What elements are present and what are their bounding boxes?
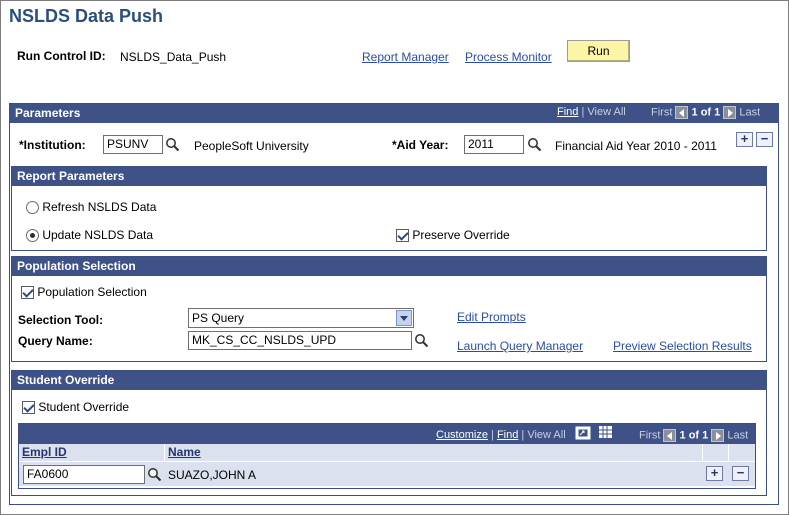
population-checkbox-row[interactable]: Population Selection xyxy=(21,285,147,300)
preserve-override-label: Preserve Override xyxy=(412,228,510,242)
grid-customize-link[interactable]: Customize xyxy=(436,429,488,441)
parameters-last-label: Last xyxy=(739,106,761,119)
institution-label: *Institution: xyxy=(19,138,86,152)
update-radio[interactable] xyxy=(26,229,39,243)
delete-row-button[interactable]: − xyxy=(756,132,773,147)
aid-year-label: *Aid Year: xyxy=(392,138,449,152)
aid-year-description: Financial Aid Year 2010 - 2011 xyxy=(555,139,717,153)
student-override-checkbox-row[interactable]: Student Override xyxy=(22,400,130,415)
grid-add-row-button[interactable]: + xyxy=(706,466,723,481)
grid-last-label: Last xyxy=(727,429,749,442)
parameters-header-label: Parameters xyxy=(15,106,81,120)
page-title: NSLDS Data Push xyxy=(9,6,164,26)
population-header: Population Selection xyxy=(12,257,766,276)
zoom-grid-icon[interactable] xyxy=(575,426,591,440)
parameters-nav: Find | View All xyxy=(557,106,626,118)
grid-nav-separator: | xyxy=(491,429,494,441)
report-parameters-header: Report Parameters xyxy=(12,167,766,186)
empl-id-input[interactable]: FA0600 xyxy=(23,465,145,484)
grid-nav: Customize | Find | View All xyxy=(436,429,566,441)
run-control-label: Run Control ID: xyxy=(17,49,106,63)
parameters-pager: First 1 of 1 Last xyxy=(651,106,760,119)
column-header-empl-id[interactable]: Empl ID xyxy=(19,444,165,461)
population-checkbox[interactable] xyxy=(21,286,34,300)
row-name-value: SUAZO,JOHN A xyxy=(168,468,257,482)
parameters-view-all: View All xyxy=(587,106,626,118)
query-lookup-icon[interactable] xyxy=(414,333,429,348)
grid-pager: First 1 of 1 Last xyxy=(639,429,748,442)
aid-year-lookup-icon[interactable] xyxy=(527,137,542,152)
grid-delete-row-button[interactable]: − xyxy=(732,466,749,481)
parameters-find-link[interactable]: Find xyxy=(557,106,578,118)
student-override-header: Student Override xyxy=(12,371,766,390)
run-button[interactable]: Run xyxy=(567,40,630,62)
download-grid-icon[interactable] xyxy=(598,425,614,439)
preserve-override-checkbox[interactable] xyxy=(396,229,409,243)
previous-arrow-icon[interactable] xyxy=(675,106,689,119)
chevron-down-icon[interactable] xyxy=(396,310,412,326)
aid-year-input[interactable]: 2011 xyxy=(464,135,524,154)
update-radio-row[interactable]: Update NSLDS Data xyxy=(26,228,154,243)
grid-find-link[interactable]: Find xyxy=(497,429,518,441)
institution-lookup-icon[interactable] xyxy=(165,137,180,152)
refresh-radio[interactable] xyxy=(26,201,39,215)
preserve-override-row[interactable]: Preserve Override xyxy=(396,228,510,243)
next-arrow-icon[interactable] xyxy=(723,106,737,119)
population-header-label: Population Selection xyxy=(17,259,136,273)
student-override-checkbox[interactable] xyxy=(22,401,35,415)
institution-input[interactable]: PSUNV xyxy=(103,135,163,154)
column-header-add xyxy=(703,444,729,461)
student-override-header-label: Student Override xyxy=(17,373,115,387)
report-manager-link[interactable]: Report Manager xyxy=(362,50,449,64)
process-monitor-link[interactable]: Process Monitor xyxy=(465,50,552,64)
grid-first-label: First xyxy=(639,429,661,442)
launch-query-manager-link[interactable]: Launch Query Manager xyxy=(457,339,583,353)
grid-count: 1 of 1 xyxy=(679,429,709,442)
empl-id-lookup-icon[interactable] xyxy=(147,467,162,482)
query-name-label: Query Name: xyxy=(18,334,93,348)
report-parameters-header-label: Report Parameters xyxy=(17,169,125,183)
nav-separator: | xyxy=(581,106,585,118)
selection-tool-value: PS Query xyxy=(192,311,245,325)
selection-tool-select[interactable]: PS Query xyxy=(188,308,414,328)
parameters-count: 1 of 1 xyxy=(691,106,721,119)
refresh-radio-row[interactable]: Refresh NSLDS Data xyxy=(26,200,157,215)
query-name-input[interactable]: MK_CS_CC_NSLDS_UPD xyxy=(188,331,412,350)
selection-tool-label: Selection Tool: xyxy=(18,313,104,327)
run-control-value: NSLDS_Data_Push xyxy=(120,50,227,64)
grid-view-all: View All xyxy=(527,429,566,441)
population-checkbox-label: Population Selection xyxy=(37,285,147,299)
parameters-first-label: First xyxy=(651,106,673,119)
grid-previous-arrow-icon[interactable] xyxy=(663,429,677,442)
refresh-radio-label: Refresh NSLDS Data xyxy=(42,200,157,214)
preview-selection-results-link[interactable]: Preview Selection Results xyxy=(613,339,752,353)
grid-nav-separator-2: | xyxy=(521,429,525,441)
edit-prompts-link[interactable]: Edit Prompts xyxy=(457,310,526,324)
update-radio-label: Update NSLDS Data xyxy=(42,228,154,242)
institution-description: PeopleSoft University xyxy=(194,139,309,153)
grid-next-arrow-icon[interactable] xyxy=(711,429,725,442)
add-row-button[interactable]: + xyxy=(736,132,753,147)
column-header-delete xyxy=(729,444,755,461)
student-override-checkbox-label: Student Override xyxy=(38,400,130,414)
column-header-name[interactable]: Name xyxy=(165,444,703,461)
